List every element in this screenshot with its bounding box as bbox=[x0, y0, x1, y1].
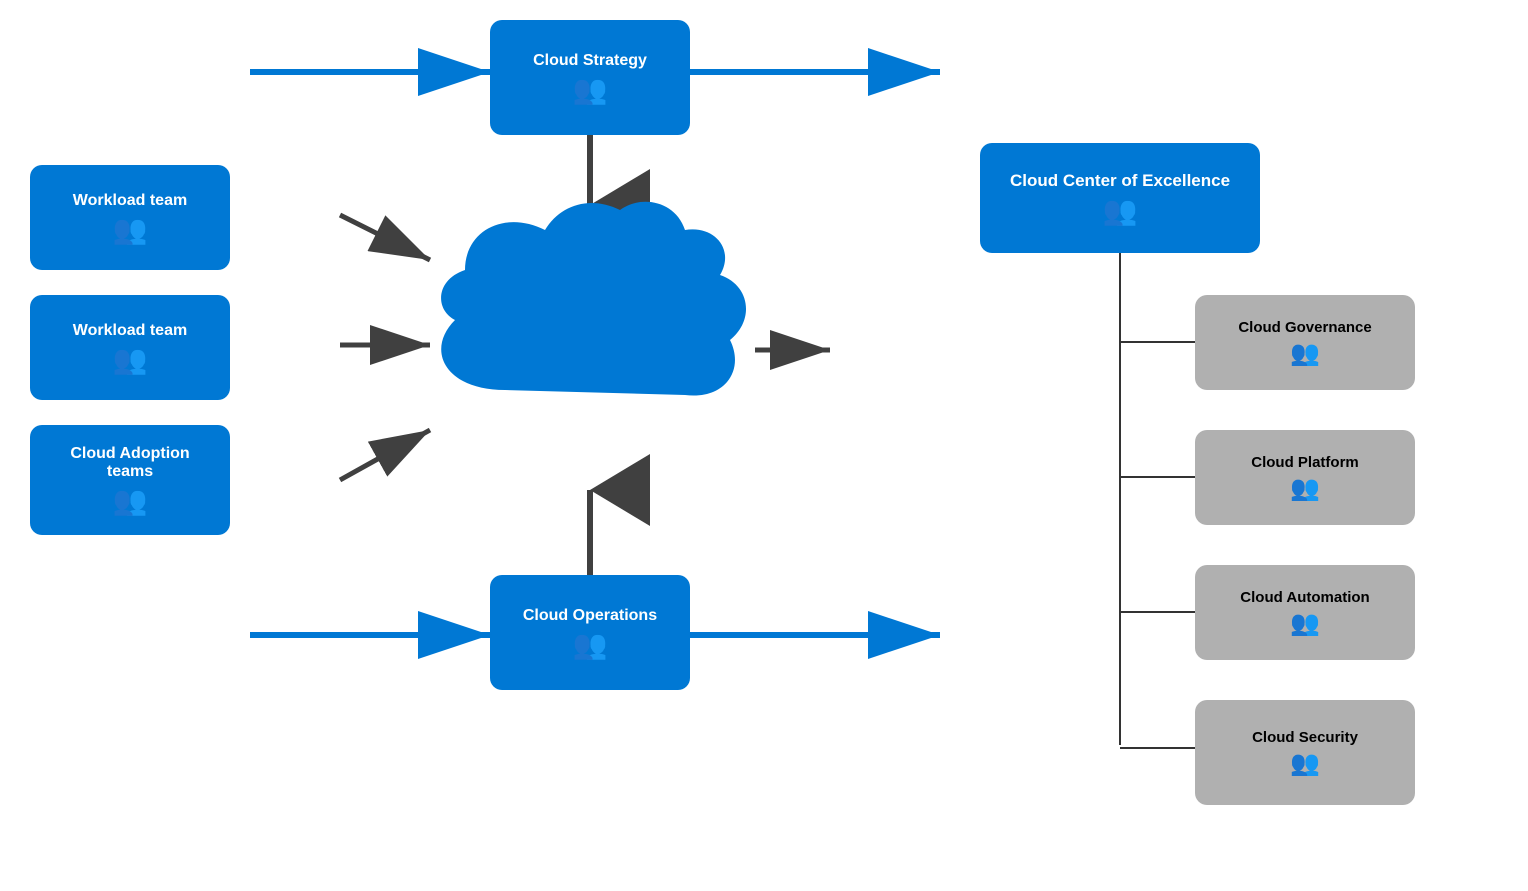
cloud-adoption-box: Cloud Adoption teams 👥 bbox=[30, 425, 230, 535]
cloud-operations-title: Cloud Operations bbox=[523, 607, 657, 625]
cloud-coe-title: Cloud Center of Excellence bbox=[1010, 171, 1230, 191]
workload-team-1-box: Workload team 👥 bbox=[30, 165, 230, 270]
workload-team-2-icon: 👥 bbox=[113, 346, 148, 374]
cloud-governance-title: Cloud Governance bbox=[1238, 319, 1371, 336]
cloud-platform-box: Cloud Platform 👥 bbox=[1195, 430, 1415, 525]
workload-team-1-title: Workload team bbox=[73, 192, 187, 210]
cloud-security-title: Cloud Security bbox=[1252, 729, 1358, 746]
cloud-strategy-icon: 👥 bbox=[573, 76, 608, 104]
cloud-automation-icon: 👥 bbox=[1290, 612, 1320, 636]
workload-team-2-title: Workload team bbox=[73, 322, 187, 340]
cloud-shape bbox=[415, 190, 775, 450]
cloud-governance-box: Cloud Governance 👥 bbox=[1195, 295, 1415, 390]
cloud-operations-icon: 👥 bbox=[573, 631, 608, 659]
cloud-operations-box: Cloud Operations 👥 bbox=[490, 575, 690, 690]
cloud-platform-title: Cloud Platform bbox=[1251, 454, 1359, 471]
cloud-automation-title: Cloud Automation bbox=[1240, 589, 1369, 606]
cloud-security-icon: 👥 bbox=[1290, 752, 1320, 776]
cloud-automation-box: Cloud Automation 👥 bbox=[1195, 565, 1415, 660]
diagram: Cloud Strategy 👥 Workload team 👥 Workloa… bbox=[0, 0, 1528, 891]
cloud-adoption-icon: 👥 bbox=[113, 487, 148, 515]
cloud-security-box: Cloud Security 👥 bbox=[1195, 700, 1415, 805]
cloud-adoption-title: Cloud Adoption teams bbox=[46, 445, 214, 481]
cloud-coe-icon: 👥 bbox=[1103, 197, 1138, 225]
cloud-strategy-title: Cloud Strategy bbox=[533, 52, 647, 70]
workload-team-1-icon: 👥 bbox=[113, 216, 148, 244]
cloud-platform-icon: 👥 bbox=[1290, 477, 1320, 501]
cloud-governance-icon: 👥 bbox=[1290, 342, 1320, 366]
cloud-strategy-box: Cloud Strategy 👥 bbox=[490, 20, 690, 135]
workload-team-2-box: Workload team 👥 bbox=[30, 295, 230, 400]
cloud-coe-box: Cloud Center of Excellence 👥 bbox=[980, 143, 1260, 253]
